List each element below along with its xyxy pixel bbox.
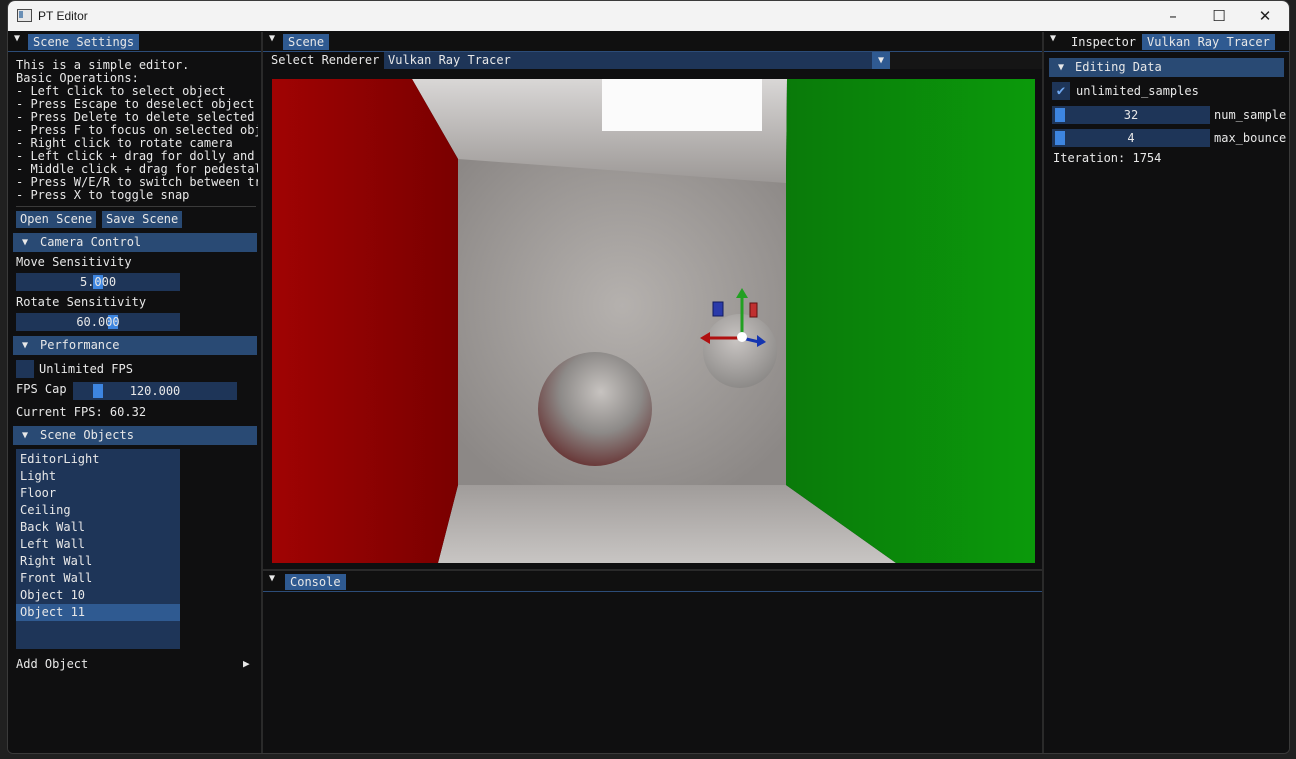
performance-header[interactable]: ▼ Performance [13,336,257,355]
num-samples-slider[interactable]: 32 [1052,106,1210,124]
move-sensitivity-label: Move Sensitivity [16,255,132,269]
left-wall[interactable] [272,79,458,563]
unlimited-fps-checkbox[interactable] [16,360,34,378]
list-item[interactable]: Light [16,468,180,485]
close-button[interactable]: ✕ [1242,1,1288,31]
console-tabbar: ▼ Console [263,572,1042,592]
fps-cap-slider[interactable]: 120.000 [73,382,237,400]
list-item[interactable]: Ceiling [16,502,180,519]
camera-control-label: Camera Control [40,235,142,249]
unlimited-samples-checkbox[interactable]: ✔ [1052,82,1070,100]
list-item[interactable]: Right Wall [16,553,180,570]
tab-inspector[interactable]: Inspector [1066,34,1141,50]
window-menu-icon[interactable]: ▼ [1050,33,1056,44]
list-item[interactable]: Object 10 [16,587,180,604]
collapse-arrow-icon: ▼ [22,340,29,351]
list-item[interactable]: Back Wall [16,519,180,536]
select-renderer-label: Select Renderer [271,53,380,67]
window-title: PT Editor [38,9,88,23]
help-line: - Middle click + drag for pedestal [16,163,258,176]
num-samples-value: 32 [1123,108,1139,122]
console-panel: ▼ Console [263,569,1042,753]
editing-data-label: Editing Data [1075,60,1162,74]
max-bounce-value: 4 [1127,131,1135,145]
camera-control-header[interactable]: ▼ Camera Control [13,233,257,252]
sphere-object-10[interactable] [538,352,652,466]
move-sensitivity-slider[interactable]: 5.000 [16,273,180,291]
renderer-select[interactable]: Vulkan Ray Tracer ▼ [384,52,890,69]
minimize-button[interactable]: – [1150,1,1196,31]
help-line: - Press F to focus on selected obje [16,124,258,137]
list-item[interactable]: EditorLight [16,451,180,468]
rotate-sensitivity-label: Rotate Sensitivity [16,295,147,309]
toolbar-filler [890,52,1042,69]
performance-label: Performance [40,338,120,352]
collapse-arrow-icon: ▼ [22,430,29,441]
current-fps-text: Current FPS: 60.32 [16,405,147,419]
unlimited-fps-label: Unlimited FPS [39,362,133,376]
separator [16,206,256,207]
tab-scene-settings[interactable]: Scene Settings [28,34,140,50]
scene-settings-panel: ▼ Scene Settings This is a simple editor… [8,32,261,753]
window-menu-icon[interactable]: ▼ [269,33,275,44]
scene-tabbar: ▼ Scene [263,32,1042,52]
tab-console[interactable]: Console [285,574,346,590]
list-item[interactable]: Front Wall [16,570,180,587]
rotate-sensitivity-slider[interactable]: 60.000 [16,313,180,331]
help-line: - Left click to select object [16,85,226,98]
help-line: - Right click to rotate camera [16,137,233,150]
iteration-text: Iteration: 1754 [1053,151,1162,165]
window-menu-icon[interactable]: ▼ [269,573,275,584]
title-bar: PT Editor – ☐ ✕ [8,1,1289,31]
help-line: - Press W/E/R to switch between tra [16,176,258,189]
tab-vulkan-ray-tracer[interactable]: Vulkan Ray Tracer [1142,34,1275,50]
dropdown-arrow-icon[interactable]: ▼ [872,52,890,69]
right-wall[interactable] [786,79,1035,563]
tab-scene[interactable]: Scene [283,34,330,50]
inspector-tabbar: ▼ Inspector Vulkan Ray Tracer [1044,32,1289,52]
window-menu-icon[interactable]: ▼ [14,33,20,44]
app-icon [17,9,32,22]
console-splitter[interactable] [263,569,1042,571]
fps-cap-value: 120.000 [129,384,181,398]
submenu-arrow-icon[interactable]: ▶ [243,657,250,670]
collapse-arrow-icon: ▼ [1058,62,1065,73]
help-line: - Press X to toggle snap [16,189,190,202]
scene-objects-label: Scene Objects [40,428,134,442]
rotate-sensitivity-value: 60.000 [76,315,120,329]
help-line: - Press Delete to delete selected c [16,111,258,124]
fps-cap-label: FPS Cap [16,382,67,396]
scene-settings-tabbar: ▼ Scene Settings [8,32,261,52]
add-object-label[interactable]: Add Object [16,658,88,671]
list-item[interactable]: Left Wall [16,536,180,553]
num-samples-label: num_sample [1214,108,1287,122]
save-scene-button[interactable]: Save Scene [102,211,183,228]
max-bounce-label: max_bounce [1214,131,1287,145]
collapse-arrow-icon: ▼ [22,237,29,248]
app-window: PT Editor – ☐ ✕ ▼ Scene Settings This is… [7,0,1290,754]
help-line: This is a simple editor. [16,59,190,72]
open-scene-button[interactable]: Open Scene [16,211,97,228]
move-sensitivity-value: 5.000 [79,275,117,289]
render-viewport[interactable] [272,79,1035,563]
scene-objects-header[interactable]: ▼ Scene Objects [13,426,257,445]
renderer-select-value: Vulkan Ray Tracer [388,53,511,67]
scene-objects-list[interactable]: EditorLight Light Floor Ceiling Back Wall Lef… [16,449,180,649]
ceiling-light[interactable] [602,79,762,131]
max-bounce-slider[interactable]: 4 [1052,129,1210,147]
list-item[interactable]: Object 11 [16,604,180,621]
sphere-object-11[interactable] [703,314,777,388]
list-item[interactable]: Floor [16,485,180,502]
help-line: - Press Escape to deselect object [16,98,255,111]
help-line: Basic Operations: [16,72,139,85]
unlimited-samples-label: unlimited_samples [1076,84,1199,98]
editing-data-header[interactable]: ▼ Editing Data [1049,58,1284,77]
help-line: - Left click + drag for dolly and t [16,150,258,163]
cornell-box-render [272,79,1035,563]
inspector-panel: ▼ Inspector Vulkan Ray Tracer ▼ Editing … [1044,32,1289,753]
maximize-button[interactable]: ☐ [1196,1,1242,31]
